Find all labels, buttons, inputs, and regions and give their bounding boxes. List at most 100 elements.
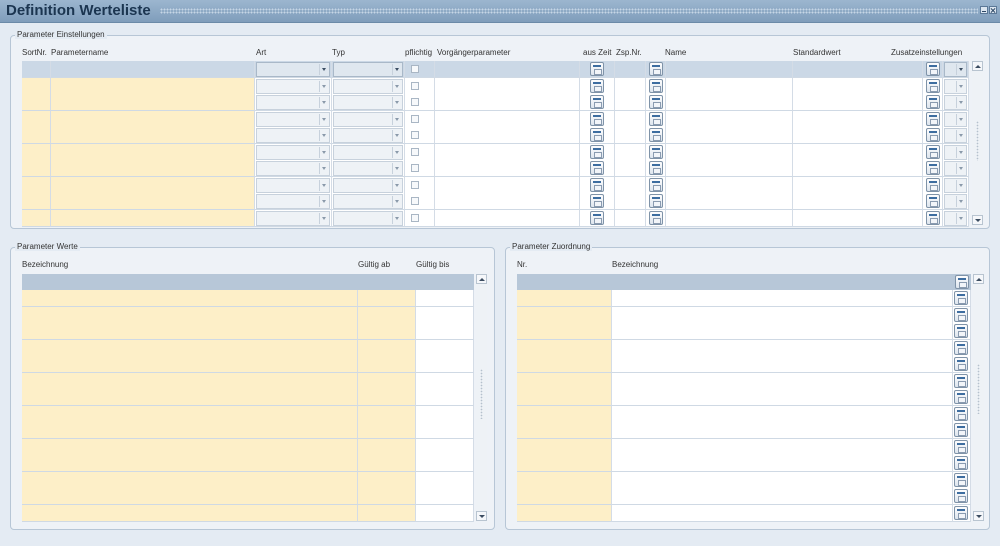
scroll-grip[interactable] [976, 121, 979, 161]
calendar-icon[interactable] [590, 144, 604, 159]
dropdown[interactable] [944, 78, 967, 94]
aus-zeit-cell[interactable] [580, 61, 615, 78]
close-icon[interactable] [989, 6, 997, 14]
sortnr-cell[interactable] [22, 77, 51, 95]
parametername-cell[interactable] [51, 77, 255, 95]
action-button-cell[interactable] [953, 422, 971, 439]
gueltig-ab-cell[interactable] [358, 455, 416, 472]
bezeichnung-cell[interactable] [612, 438, 953, 456]
chevron-down-icon[interactable] [956, 64, 965, 75]
nr-cell[interactable] [517, 438, 612, 456]
vorgaengerparameter-cell[interactable] [435, 77, 580, 95]
parametername-cell[interactable] [51, 209, 255, 227]
name-button-cell[interactable] [646, 77, 666, 95]
chevron-down-icon[interactable] [319, 130, 328, 141]
name-button-cell[interactable] [646, 110, 666, 128]
dropdown[interactable] [944, 144, 967, 160]
calendar-icon[interactable] [926, 78, 940, 93]
standardwert-cell[interactable] [793, 77, 923, 95]
nr-cell[interactable] [517, 422, 612, 439]
calendar-icon[interactable] [649, 128, 663, 142]
chevron-down-icon[interactable] [956, 130, 965, 141]
calendar-icon[interactable] [926, 161, 940, 175]
sortnr-cell[interactable] [22, 160, 51, 177]
gueltig-ab-cell[interactable] [358, 323, 416, 340]
bezeichnung-cell[interactable] [22, 356, 358, 373]
gueltig-ab-cell[interactable] [358, 438, 416, 456]
standardwert-cell[interactable] [793, 61, 923, 78]
table-row[interactable] [11, 504, 474, 522]
parametername-cell[interactable] [51, 176, 255, 194]
calendar-icon[interactable] [954, 472, 968, 487]
sortnr-cell[interactable] [22, 209, 51, 227]
pflichtig-cell[interactable] [405, 77, 435, 95]
checkbox[interactable] [411, 180, 419, 189]
bezeichnung-cell[interactable] [22, 306, 358, 324]
bezeichnung-cell[interactable] [22, 389, 358, 406]
zusatz-button-cell[interactable] [923, 160, 943, 177]
pflichtig-cell[interactable] [405, 176, 435, 194]
bezeichnung-cell[interactable] [22, 339, 358, 357]
scroll-up-icon[interactable] [972, 61, 983, 71]
calendar-icon[interactable] [954, 373, 968, 388]
name-cell[interactable] [666, 110, 793, 128]
calendar-icon[interactable] [590, 128, 604, 142]
chevron-down-icon[interactable] [319, 64, 328, 75]
gueltig-bis-cell[interactable] [416, 306, 474, 324]
table-row[interactable] [11, 488, 474, 505]
bezeichnung-cell[interactable] [22, 422, 358, 439]
nr-cell[interactable] [517, 306, 612, 324]
zusatz-combo-cell[interactable] [943, 61, 969, 78]
vorgaengerparameter-cell[interactable] [435, 61, 580, 78]
chevron-down-icon[interactable] [392, 97, 401, 108]
dropdown[interactable] [333, 78, 403, 94]
aus-zeit-cell[interactable] [580, 94, 615, 111]
art-cell[interactable] [255, 193, 332, 210]
zusatz-button-cell[interactable] [923, 77, 943, 95]
vorgaengerparameter-cell[interactable] [435, 143, 580, 161]
gueltig-ab-cell[interactable] [358, 372, 416, 390]
zsp-nr-cell[interactable] [615, 143, 646, 161]
art-cell[interactable] [255, 94, 332, 111]
calendar-icon[interactable] [590, 177, 604, 192]
checkbox[interactable] [411, 131, 419, 139]
chevron-down-icon[interactable] [392, 146, 401, 158]
name-button-cell[interactable] [646, 127, 666, 144]
standardwert-cell[interactable] [793, 94, 923, 111]
dropdown[interactable] [944, 62, 967, 77]
table-row[interactable] [11, 356, 474, 373]
zusatz-button-cell[interactable] [923, 61, 943, 78]
calendar-icon[interactable] [590, 111, 604, 126]
action-button-cell[interactable] [953, 455, 971, 472]
action-button-cell[interactable] [953, 323, 971, 340]
chevron-down-icon[interactable] [956, 163, 965, 174]
zusatz-combo-cell[interactable] [943, 176, 969, 194]
bezeichnung-cell[interactable] [22, 372, 358, 390]
standardwert-cell[interactable] [793, 209, 923, 227]
checkbox[interactable] [411, 65, 419, 73]
action-button-cell[interactable] [953, 471, 971, 489]
nr-cell[interactable] [517, 339, 612, 357]
checkbox[interactable] [411, 114, 419, 123]
action-button-cell[interactable] [953, 504, 971, 522]
table-row-selected[interactable] [11, 61, 969, 78]
table-row[interactable] [506, 306, 971, 324]
action-button-cell[interactable] [953, 488, 971, 505]
calendar-icon[interactable] [954, 423, 968, 437]
bezeichnung-cell[interactable] [22, 504, 358, 522]
bezeichnung-cell[interactable] [612, 306, 953, 324]
action-button-cell[interactable] [953, 405, 971, 423]
gueltig-bis-cell[interactable] [416, 471, 474, 489]
art-cell[interactable] [255, 209, 332, 227]
calendar-icon[interactable] [954, 505, 968, 520]
checkbox[interactable] [411, 197, 419, 205]
name-cell[interactable] [666, 77, 793, 95]
table-row[interactable] [506, 372, 971, 390]
zusatz-combo-cell[interactable] [943, 193, 969, 210]
einstellungen-scrollbar[interactable] [972, 61, 983, 225]
zusatz-button-cell[interactable] [923, 143, 943, 161]
gueltig-ab-cell[interactable] [358, 389, 416, 406]
typ-cell[interactable] [332, 160, 405, 177]
gueltig-ab-cell[interactable] [358, 405, 416, 423]
parametername-cell[interactable] [51, 61, 255, 78]
